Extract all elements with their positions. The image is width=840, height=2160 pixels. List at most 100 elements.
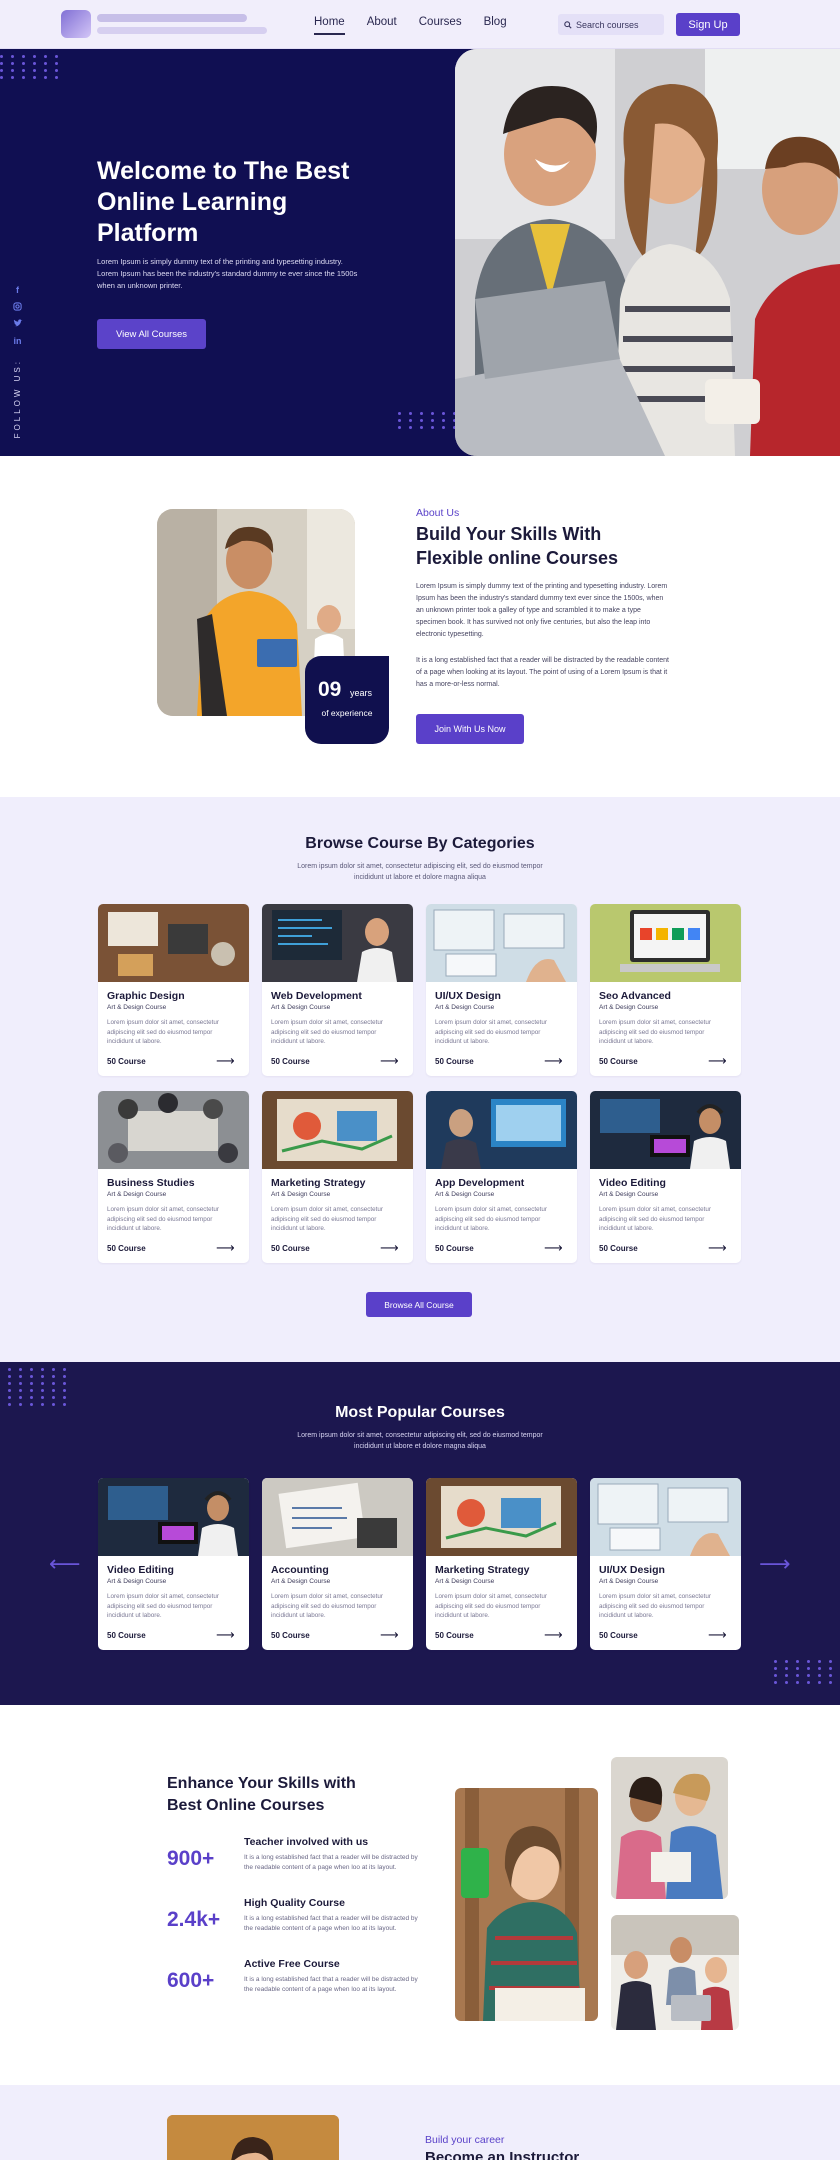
- course-card[interactable]: Business Studies Art & Design Course Lorem…: [98, 1091, 249, 1263]
- course-title[interactable]: Seo Advanced: [599, 990, 671, 1002]
- stat-description: It is a long established fact that a rea…: [244, 1915, 418, 1932]
- nav-link-home[interactable]: Home: [314, 16, 345, 35]
- linkedin-icon[interactable]: in: [12, 336, 23, 347]
- arrow-right-icon[interactable]: ⟶: [216, 1053, 235, 1069]
- signup-button[interactable]: Sign Up: [676, 13, 740, 36]
- course-title[interactable]: Video Editing: [599, 1177, 666, 1189]
- logo-wordmark-blurred: [97, 14, 247, 22]
- course-thumbnail: [262, 1091, 413, 1169]
- about-paragraph-1: Lorem Ipsum is simply dummy text of the …: [416, 583, 668, 638]
- arrow-right-icon[interactable]: ⟶: [216, 1627, 235, 1643]
- arrow-right-icon[interactable]: ⟶: [544, 1240, 563, 1256]
- course-description: Lorem ipsum dolor sit amet, consectetur …: [107, 1206, 219, 1232]
- stat-title: High Quality Course: [244, 1897, 345, 1909]
- course-title[interactable]: Graphic Design: [107, 990, 185, 1002]
- course-title[interactable]: UI/UX Design: [435, 990, 501, 1002]
- arrow-right-icon[interactable]: ⟶: [708, 1053, 727, 1069]
- search-placeholder: Search courses: [576, 19, 639, 30]
- view-all-courses-button[interactable]: View All Courses: [97, 319, 206, 349]
- course-title[interactable]: Video Editing: [107, 1564, 174, 1576]
- experience-years: years: [350, 688, 373, 698]
- course-thumbnail: [426, 1478, 577, 1556]
- search-icon: [564, 20, 572, 29]
- about-paragraph-2: It is a long established fact that a rea…: [416, 657, 669, 688]
- categories-subtitle: Lorem ipsum dolor sit amet, consectetur …: [297, 863, 543, 881]
- arrow-right-icon[interactable]: ⟶: [380, 1240, 399, 1256]
- search-input[interactable]: Search courses: [558, 14, 664, 35]
- about-kicker: About Us: [416, 507, 460, 519]
- instructor-title: Become an Instructor: [425, 2149, 580, 2160]
- browse-all-course-button[interactable]: Browse All Course: [366, 1292, 472, 1317]
- arrow-right-icon[interactable]: ⟶: [708, 1627, 727, 1643]
- course-thumbnail: [590, 1091, 741, 1169]
- logo-mark: [61, 10, 91, 38]
- course-description: Lorem ipsum dolor sit amet, consectetur …: [435, 1206, 547, 1232]
- course-card[interactable]: Seo Advanced Art & Design Course Lorem ips…: [590, 904, 741, 1076]
- carousel-next-arrow-icon[interactable]: ⟶: [759, 1551, 791, 1577]
- course-card[interactable]: UI/UX Design Art & Design Course Lorem ips…: [590, 1478, 741, 1650]
- course-card[interactable]: Web Development Art & Design Course Lorem …: [262, 904, 413, 1076]
- course-description: Lorem ipsum dolor sit amet, consectetur …: [271, 1593, 383, 1619]
- categories-section: Browse Course By Categories Lorem ipsum …: [0, 797, 840, 1362]
- nav-link-about[interactable]: About: [367, 16, 397, 35]
- experience-label: of experience: [321, 708, 373, 718]
- about-title: Build Your Skills With Flexible online C…: [416, 524, 619, 568]
- arrow-right-icon[interactable]: ⟶: [216, 1240, 235, 1256]
- course-thumbnail: [262, 904, 413, 982]
- course-count: 50 Course: [599, 1057, 638, 1066]
- course-card[interactable]: Marketing Strategy Art & Design Course Lor…: [262, 1091, 413, 1263]
- experience-number: 09: [318, 678, 342, 701]
- top-navigation: Home About Courses Blog Search courses S…: [0, 0, 840, 49]
- arrow-right-icon[interactable]: ⟶: [380, 1627, 399, 1643]
- course-title[interactable]: Marketing Strategy: [271, 1177, 366, 1189]
- course-card[interactable]: Video Editing Art & Design Course Lorem ip…: [98, 1478, 249, 1650]
- join-with-us-button[interactable]: Join With Us Now: [416, 714, 524, 744]
- stat-description: It is a long established fact that a rea…: [244, 1854, 418, 1871]
- course-subtitle: Art & Design Course: [107, 1191, 167, 1198]
- course-card[interactable]: UI/UX Design Art & Design Course Lorem ips…: [426, 904, 577, 1076]
- popular-subtitle: Lorem ipsum dolor sit amet, consectetur …: [297, 1432, 543, 1450]
- page: Home About Courses Blog Search courses S…: [0, 0, 840, 2160]
- course-title[interactable]: Marketing Strategy: [435, 1564, 530, 1576]
- course-thumbnail: [98, 904, 249, 982]
- course-card[interactable]: Marketing Strategy Art & Design Course Lor…: [426, 1478, 577, 1650]
- arrow-right-icon[interactable]: ⟶: [544, 1627, 563, 1643]
- facebook-icon[interactable]: f: [12, 285, 23, 296]
- course-title[interactable]: App Development: [435, 1177, 524, 1189]
- course-title[interactable]: Web Development: [271, 990, 362, 1002]
- course-subtitle: Art & Design Course: [107, 1004, 167, 1011]
- instructor-photo: [167, 2115, 339, 2160]
- course-description: Lorem ipsum dolor sit amet, consectetur …: [271, 1019, 383, 1045]
- social-follow: f in FOLLOW US:: [12, 285, 23, 438]
- enhance-title: Enhance Your Skills with Best Online Cou…: [167, 1775, 356, 1814]
- nav-link-blog[interactable]: Blog: [484, 16, 507, 35]
- stat-title: Teacher involved with us: [244, 1836, 369, 1848]
- hero-title: Welcome to The Best Online Learning Plat…: [97, 157, 350, 247]
- main-menu: Home About Courses Blog: [314, 16, 529, 35]
- decor-dots: [398, 412, 460, 429]
- course-card[interactable]: Accounting Art & Design Course Lorem ipsum…: [262, 1478, 413, 1650]
- logo[interactable]: [61, 8, 269, 40]
- course-description: Lorem ipsum dolor sit amet, consectetur …: [107, 1019, 219, 1045]
- arrow-right-icon[interactable]: ⟶: [380, 1053, 399, 1069]
- course-title[interactable]: Business Studies: [107, 1177, 195, 1189]
- course-card[interactable]: Video Editing Art & Design Course Lorem ip…: [590, 1091, 741, 1263]
- course-thumbnail: [262, 1478, 413, 1556]
- arrow-right-icon[interactable]: ⟶: [544, 1053, 563, 1069]
- course-description: Lorem ipsum dolor sit amet, consectetur …: [599, 1206, 711, 1232]
- course-thumbnail: [590, 904, 741, 982]
- course-title[interactable]: UI/UX Design: [599, 1564, 665, 1576]
- course-count: 50 Course: [271, 1057, 310, 1066]
- nav-link-courses[interactable]: Courses: [419, 16, 462, 35]
- instagram-icon[interactable]: [12, 302, 23, 313]
- course-card[interactable]: App Development Art & Design Course Lorem …: [426, 1091, 577, 1263]
- course-description: Lorem ipsum dolor sit amet, consectetur …: [599, 1019, 711, 1045]
- course-thumbnail: [426, 1091, 577, 1169]
- arrow-right-icon[interactable]: ⟶: [708, 1240, 727, 1256]
- course-card[interactable]: Graphic Design Art & Design Course Lorem i…: [98, 904, 249, 1076]
- course-title[interactable]: Accounting: [271, 1564, 329, 1576]
- carousel-prev-arrow-icon[interactable]: ⟵: [49, 1551, 81, 1577]
- twitter-icon[interactable]: [12, 319, 23, 330]
- course-count: 50 Course: [435, 1057, 474, 1066]
- instructor-kicker: Build your career: [425, 2134, 505, 2146]
